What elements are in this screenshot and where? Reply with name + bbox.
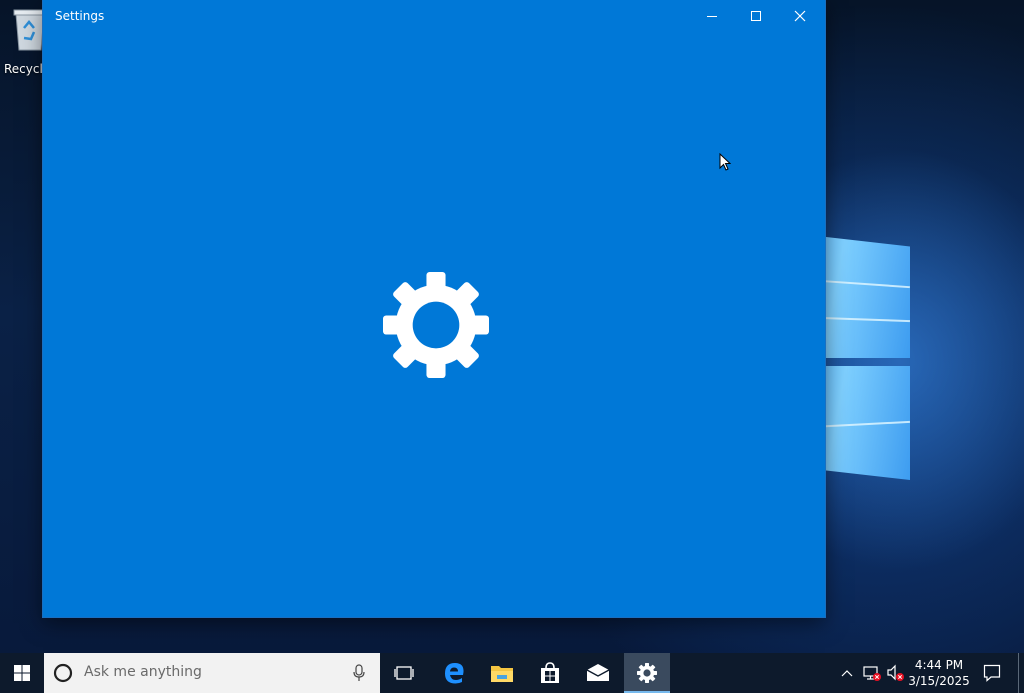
- close-button[interactable]: [778, 0, 822, 32]
- desktop: Recycle Settings Ask me anything 4:44 PM…: [0, 0, 1024, 693]
- taskbar: Ask me anything 4:44 PM 3/15/2025: [0, 653, 1024, 693]
- search-box[interactable]: Ask me anything: [44, 653, 380, 693]
- window-title: Settings: [55, 9, 105, 23]
- settings-taskbar-button[interactable]: [624, 653, 670, 693]
- start-button[interactable]: [0, 653, 44, 693]
- close-icon: [794, 10, 806, 22]
- settings-window[interactable]: Settings: [43, 0, 825, 617]
- mail-button[interactable]: [574, 653, 622, 693]
- mouse-cursor-icon: [719, 153, 731, 171]
- mail-icon: [586, 664, 610, 681]
- file-explorer-button[interactable]: [478, 653, 526, 693]
- volume-button[interactable]: [884, 653, 908, 693]
- clock-date: 3/15/2025: [908, 674, 970, 688]
- folder-icon: [491, 666, 513, 682]
- microphone-icon[interactable]: [352, 664, 366, 682]
- maximize-icon: [751, 11, 761, 21]
- minimize-icon: [707, 16, 717, 17]
- minimize-button[interactable]: [690, 0, 734, 32]
- network-disconnected-icon: [863, 666, 881, 681]
- title-bar[interactable]: Settings: [43, 0, 825, 32]
- edge-taskbar-button[interactable]: [430, 653, 478, 693]
- notification-icon: [983, 664, 1001, 682]
- volume-muted-icon: [887, 664, 904, 681]
- network-status-button[interactable]: [860, 653, 884, 693]
- cortana-icon: [53, 663, 73, 683]
- edge-icon: [445, 663, 464, 684]
- windows-start-icon: [14, 665, 30, 681]
- chevron-up-icon: [841, 670, 853, 677]
- maximize-button[interactable]: [734, 0, 778, 32]
- action-center-button[interactable]: [978, 653, 1006, 693]
- search-placeholder: Ask me anything: [84, 664, 202, 680]
- clock-time: 4:44 PM: [914, 658, 964, 672]
- gear-icon: [637, 663, 657, 683]
- gear-icon: [383, 272, 489, 378]
- task-view-button[interactable]: [381, 653, 427, 693]
- store-button[interactable]: [526, 653, 574, 693]
- taskbar-clock[interactable]: 4:44 PM 3/15/2025: [906, 657, 972, 689]
- show-hidden-icons-button[interactable]: [836, 653, 858, 693]
- show-desktop-button[interactable]: [1018, 653, 1019, 693]
- store-icon: [541, 662, 559, 683]
- task-view-icon: [394, 666, 414, 680]
